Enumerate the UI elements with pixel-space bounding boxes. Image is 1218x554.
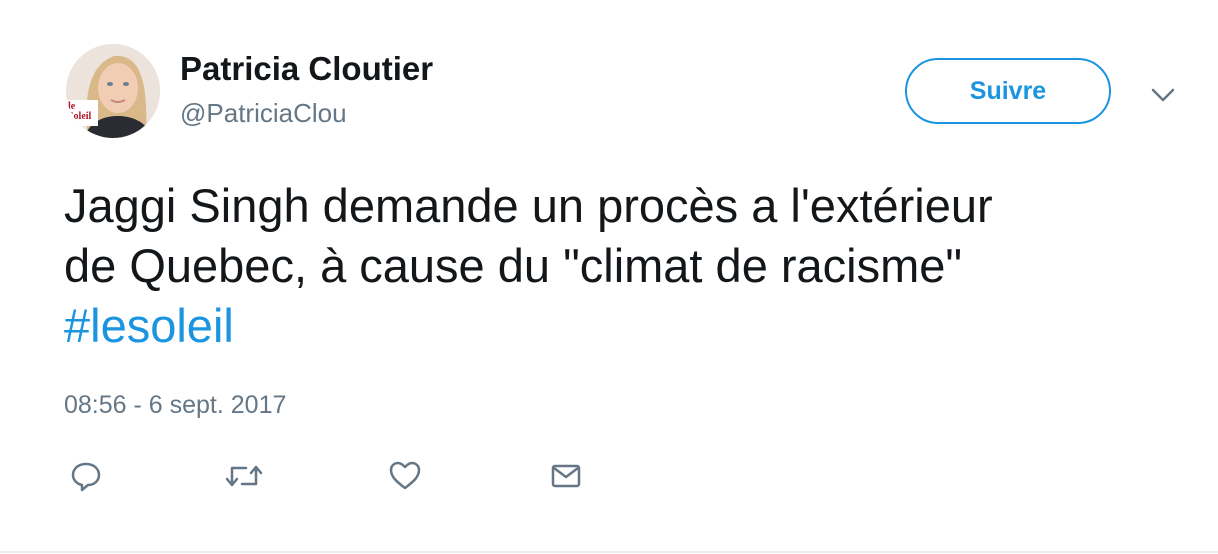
tweet-text: Jaggi Singh demande un procès a l'extéri… (64, 176, 1194, 356)
follow-button[interactable]: Suivre (905, 58, 1111, 124)
avatar[interactable]: le Soleil (66, 44, 160, 138)
hashtag-link[interactable]: #lesoleil (64, 299, 234, 352)
tweet-timestamp[interactable]: 08:56 - 6 sept. 2017 (64, 391, 286, 420)
reply-icon[interactable] (68, 458, 104, 494)
chevron-down-icon[interactable] (1148, 80, 1178, 110)
message-icon[interactable] (548, 458, 584, 494)
like-icon[interactable] (387, 458, 423, 494)
avatar-badge: le Soleil (68, 101, 92, 122)
tweet-text-line: Jaggi Singh demande un procès a l'extéri… (64, 179, 993, 232)
retweet-icon[interactable] (224, 458, 263, 494)
tweet-card: le Soleil Patricia Cloutier @PatriciaClo… (0, 0, 1218, 554)
tweet-text-line: de Quebec, à cause du "climat de racisme… (64, 239, 963, 292)
author-name[interactable]: Patricia Cloutier (180, 50, 433, 88)
avatar-image (66, 44, 160, 138)
divider (0, 551, 1218, 553)
author-handle[interactable]: @PatriciaClou (180, 98, 347, 129)
